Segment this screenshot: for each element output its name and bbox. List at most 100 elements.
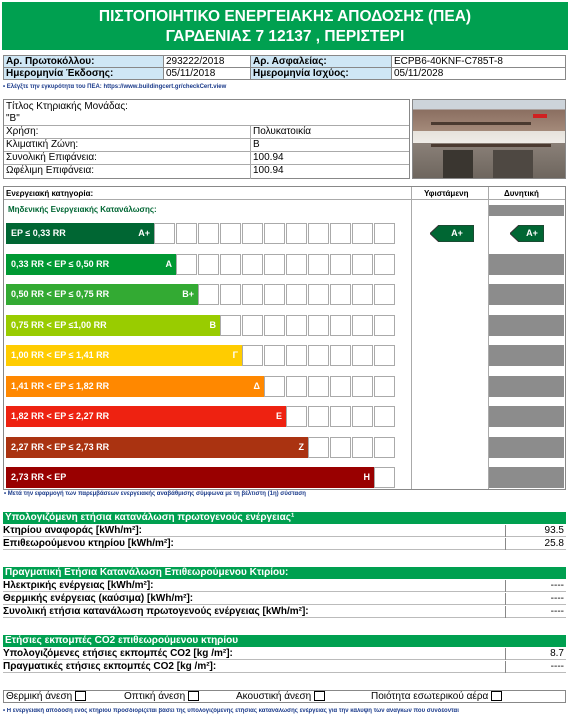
actual-head: Πραγματική Ετήσια Κατανάλωση Επιθεωρούμε… xyxy=(3,567,566,579)
total-primary-label: Συνολική ετήσια κατανάλωση πρωτογενούς ε… xyxy=(3,606,309,617)
scale-grid-cell xyxy=(330,223,351,244)
scale-bar-letter: A xyxy=(165,259,173,269)
scale-bar-2: 0,33 RR < EP ≤ 0,50 RR A xyxy=(6,254,176,275)
scale-grid-cell xyxy=(352,406,373,427)
acoustic-checkbox[interactable] xyxy=(314,691,326,702)
total-area-value: 100.94 xyxy=(253,152,284,163)
therm-row: Θερμικής ενέργειας (καύσιμα) [kWh/m²]: -… xyxy=(3,593,566,605)
potential-label: Δυνητική xyxy=(504,189,539,198)
scale-bar-letter: Η xyxy=(363,472,371,482)
insurance-value: ECPB6-40KNF-C785T-8 xyxy=(391,55,566,68)
potential-cell xyxy=(489,254,564,275)
scale-grid-cell xyxy=(242,315,263,336)
scale-grid-cell xyxy=(330,437,351,458)
scale-bar-label: 2,27 RR < EP ≤ 2,73 RR xyxy=(11,442,110,452)
scale-grid-cell xyxy=(286,376,307,397)
existing-rating-arrow-label: A+ xyxy=(451,228,463,238)
scale-grid-cell xyxy=(308,376,329,397)
scale-grid-cell xyxy=(308,345,329,366)
scale-grid-cell xyxy=(352,376,373,397)
elec-label: Ηλεκτρικής ενέργειας [kWh/m²]: xyxy=(3,580,154,591)
scale-grid-cell xyxy=(308,406,329,427)
ref-building-label: Κτηρίου αναφοράς [kWh/m²]: xyxy=(3,525,142,536)
scale-bar-label: 2,73 RR < EP xyxy=(11,472,67,482)
scale-grid-cell xyxy=(308,223,329,244)
scale-grid-cell xyxy=(264,223,285,244)
scale-grid-cell xyxy=(330,345,351,366)
scale-grid-cell xyxy=(220,315,241,336)
protocol-label: Αρ. Πρωτοκόλλου: xyxy=(3,55,164,68)
therm-value: ---- xyxy=(550,593,564,604)
air-quality-checkbox[interactable] xyxy=(491,691,503,702)
scale-bar-label: 0,33 RR < EP ≤ 0,50 RR xyxy=(11,259,110,269)
visual-checkbox[interactable] xyxy=(188,691,200,702)
elec-value: ---- xyxy=(550,580,564,591)
scale-grid-cell xyxy=(242,254,263,275)
scale-bar-8: 2,27 RR < EP ≤ 2,73 RR Ζ xyxy=(6,437,308,458)
issue-label: Ημερομηνία Έκδοσης: xyxy=(3,67,164,80)
scale-grid-cell xyxy=(286,223,307,244)
scale-bar-letter: A+ xyxy=(138,228,150,238)
scale-grid-cell xyxy=(352,345,373,366)
scale-bar-letter: B xyxy=(209,320,217,330)
total-area-label: Συνολική Επιφάνεια: xyxy=(6,152,97,163)
scale-grid-cell xyxy=(220,284,241,305)
scale-grid-cell xyxy=(374,254,395,275)
existing-rating-arrow: A+ xyxy=(430,225,474,242)
insp-building-value: 25.8 xyxy=(544,538,564,549)
scale-grid-cell xyxy=(220,254,241,275)
scale-grid-cell xyxy=(176,254,197,275)
comfort-row: Θερμική άνεση Οπτική άνεση Ακουστική άνε… xyxy=(3,690,566,703)
zone-value: Β xyxy=(253,139,260,150)
title-label: Τίτλος Κτηριακής Μονάδας: xyxy=(6,101,128,112)
validity-link[interactable]: • Ελέγξτε την εγκυρότητα του ΠΕΑ: https:… xyxy=(3,84,226,90)
scale-grid-cell xyxy=(352,315,373,336)
scale-grid-cell xyxy=(286,254,307,275)
scale-grid-cell xyxy=(264,254,285,275)
scale-bar-label: 1,82 RR < EP ≤ 2,27 RR xyxy=(11,411,110,421)
energy-scale: Ενεργειακή κατηγορία: Υφιστάμενη Δυνητικ… xyxy=(3,186,566,497)
issue-value: 05/11/2018 xyxy=(163,67,251,80)
co2-calc-row: Υπολογιζόμενες ετήσιες εκπομπές CO2 [kg … xyxy=(3,648,566,660)
scale-grid-cell xyxy=(374,376,395,397)
header-title: ΠΙΣΤΟΠΟΙΗΤΙΚΟ ΕΝΕΡΓΕΙΑΚΗΣ ΑΠΟΔΟΣΗΣ (ΠΕΑ) xyxy=(98,8,472,25)
valid-value: 05/11/2028 xyxy=(391,67,566,80)
scale-grid-cell xyxy=(242,345,263,366)
title-value: "Β" xyxy=(6,113,20,124)
scale-grid-cell xyxy=(286,406,307,427)
thermal-checkbox[interactable] xyxy=(75,691,87,702)
co2-calc-label: Υπολογιζόμενες ετήσιες εκπομπές CO2 [kg … xyxy=(3,648,233,659)
scale-bar-label: 1,00 RR < EP ≤ 1,41 RR xyxy=(11,350,110,360)
scale-grid-cell xyxy=(374,345,395,366)
co2-calc-value: 8.7 xyxy=(550,648,564,659)
scale-grid-cell xyxy=(198,223,219,244)
co2-actual-row: Πραγματικές ετήσιες εκπομπές CO2 [kg /m²… xyxy=(3,661,566,673)
scale-bar-letter: Δ xyxy=(253,381,260,391)
building-info: Τίτλος Κτηριακής Μονάδας: "Β" Χρήση: Πολ… xyxy=(3,99,410,179)
potential-cell xyxy=(489,376,564,397)
thermal-comfort: Θερμική άνεση xyxy=(6,691,87,703)
scale-grid-cell xyxy=(264,284,285,305)
valid-label: Ημερομηνία Ισχύος: xyxy=(250,67,392,80)
useful-area-label: Ωφέλιμη Επιφάνεια: xyxy=(6,165,95,176)
scale-bar-label: 0,50 RR < EP ≤ 0,75 RR xyxy=(11,289,110,299)
co2-actual-value: ---- xyxy=(550,661,564,672)
scale-bar-label: EP ≤ 0,33 RR xyxy=(11,228,66,238)
use-label: Χρήση: xyxy=(6,126,39,137)
certificate-header: ΠΙΣΤΟΠΟΙΗΤΙΚΟ ΕΝΕΡΓΕΙΑΚΗΣ ΑΠΟΔΟΣΗΣ (ΠΕΑ)… xyxy=(2,2,568,50)
scale-grid-cell xyxy=(352,223,373,244)
scale-bar-7: 1,82 RR < EP ≤ 2,27 RR Ε xyxy=(6,406,286,427)
scale-grid-cell xyxy=(264,315,285,336)
total-primary-value: ---- xyxy=(550,606,564,617)
scale-grid-cell xyxy=(286,315,307,336)
scale-grid-cell xyxy=(198,284,219,305)
scale-bar-6: 1,41 RR < EP ≤ 1,82 RR Δ xyxy=(6,376,264,397)
scale-grid-cell xyxy=(374,315,395,336)
scale-grid-cell xyxy=(264,345,285,366)
scale-grid-cell xyxy=(308,254,329,275)
zone-label: Κλιματική Ζώνη: xyxy=(6,139,79,150)
scale-grid-cell xyxy=(286,284,307,305)
scale-grid-cell xyxy=(308,437,329,458)
scale-grid-cell xyxy=(308,284,329,305)
scale-grid-cell xyxy=(374,406,395,427)
